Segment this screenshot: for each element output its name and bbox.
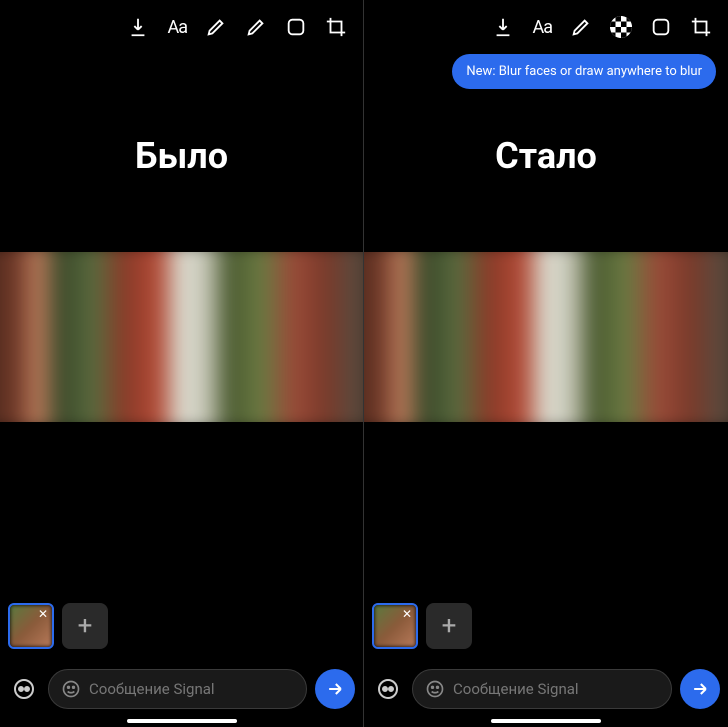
attachment-thumbnail[interactable]: ✕ [372, 603, 418, 649]
message-placeholder: Сообщение Signal [89, 680, 294, 698]
heading-before: Было [0, 135, 363, 177]
home-indicator [127, 719, 237, 723]
home-indicator [491, 719, 601, 723]
text-tool[interactable]: Aa [167, 17, 187, 38]
add-attachment-button[interactable]: + [426, 603, 472, 649]
save-icon[interactable] [492, 16, 514, 38]
message-input[interactable]: Сообщение Signal [412, 669, 672, 709]
image-preview[interactable] [0, 252, 363, 422]
text-tool[interactable]: Aa [532, 17, 552, 38]
view-once-icon[interactable] [372, 673, 404, 705]
image-preview[interactable] [364, 252, 728, 422]
attachment-row: ✕ + [372, 603, 472, 649]
sticker-icon[interactable] [650, 16, 672, 38]
remove-attachment-icon[interactable]: ✕ [36, 607, 50, 621]
panel-before: Aa Было ✕ + Сообщение Sig [0, 0, 364, 727]
blur-tooltip: New: Blur faces or draw anywhere to blur [452, 54, 716, 89]
save-icon[interactable] [127, 16, 149, 38]
compose-bar: Сообщение Signal [372, 669, 720, 709]
send-button[interactable] [315, 669, 355, 709]
send-button[interactable] [680, 669, 720, 709]
sticker-icon[interactable] [285, 16, 307, 38]
attachment-row: ✕ + [8, 603, 108, 649]
blur-tool-icon[interactable] [610, 16, 632, 38]
marker-icon[interactable] [245, 16, 267, 38]
attachment-thumbnail[interactable]: ✕ [8, 603, 54, 649]
emoji-icon[interactable] [61, 679, 81, 699]
remove-attachment-icon[interactable]: ✕ [400, 607, 414, 621]
message-input[interactable]: Сообщение Signal [48, 669, 307, 709]
pen-icon[interactable] [205, 16, 227, 38]
editor-toolbar: Aa [364, 0, 728, 50]
panel-after: Aa New: Blur faces or draw anywhere to b… [364, 0, 728, 727]
add-attachment-button[interactable]: + [62, 603, 108, 649]
photo-content [0, 252, 363, 422]
emoji-icon[interactable] [425, 679, 445, 699]
pen-icon[interactable] [570, 16, 592, 38]
crop-icon[interactable] [690, 16, 712, 38]
crop-icon[interactable] [325, 16, 347, 38]
photo-content [364, 252, 728, 422]
editor-toolbar: Aa [0, 0, 363, 50]
message-placeholder: Сообщение Signal [453, 680, 659, 698]
compose-bar: Сообщение Signal [8, 669, 355, 709]
view-once-icon[interactable] [8, 673, 40, 705]
heading-after: Стало [364, 135, 728, 177]
